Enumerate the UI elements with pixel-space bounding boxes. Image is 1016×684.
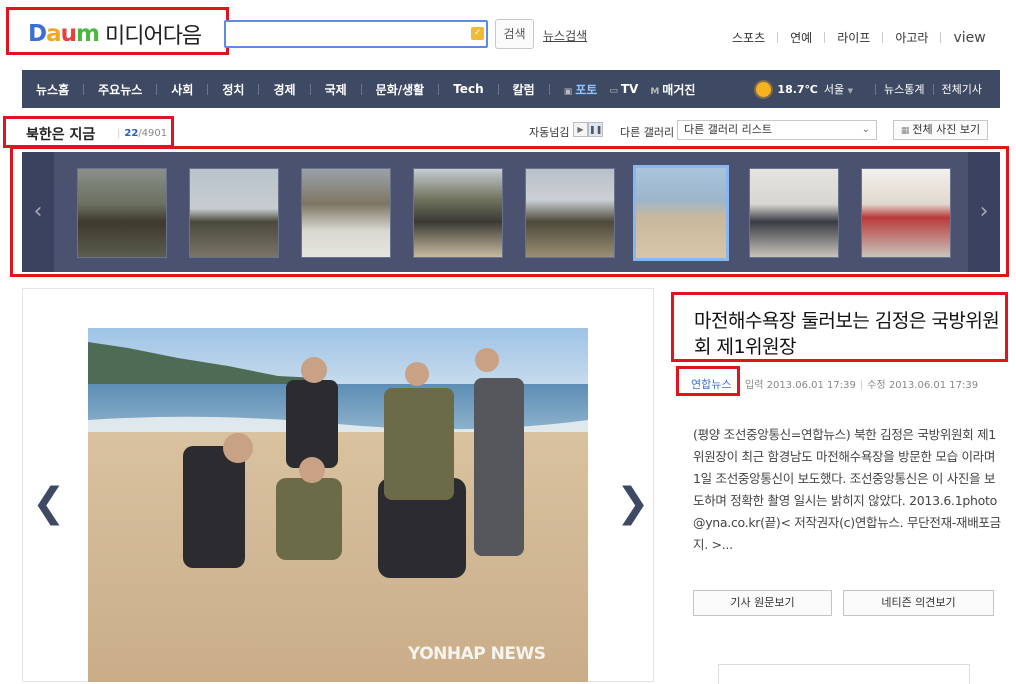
pause-icon: ❚❚ — [589, 125, 603, 134]
daum-wordmark: Daum — [28, 21, 100, 47]
gnb-item-column[interactable]: 칼럼 — [499, 81, 549, 98]
thumbnail-strip — [22, 152, 1000, 272]
search-field[interactable]: ✓ — [224, 20, 488, 48]
input-label: 입력 — [745, 380, 764, 391]
magazine-icon: M — [650, 86, 660, 97]
photo-prev-button[interactable]: ❮ — [32, 480, 66, 526]
other-gallery-select[interactable]: 다른 갤러리 리스트 ⌄ — [677, 120, 877, 140]
pause-button[interactable]: ❚❚ — [588, 122, 603, 137]
gnb-item-tv[interactable]: ▭ TV — [603, 82, 644, 96]
daum-logo[interactable]: Daum 미디어다음 — [28, 18, 202, 50]
gallery-title: 북한은 지금 — [26, 127, 96, 143]
gnb-item-culture[interactable]: 문화/생활 — [362, 81, 439, 98]
thumbnail[interactable] — [413, 168, 503, 258]
gnb-right: 18.7℃ 서울 ▼ 뉴스통계 전체기사 — [756, 70, 982, 108]
divider — [932, 83, 934, 95]
gnb-item-politics[interactable]: 정치 — [208, 81, 258, 98]
view-original-article-button[interactable]: 기사 원문보기 — [693, 590, 832, 616]
view-comments-button[interactable]: 네티즌 의견보기 — [843, 590, 994, 616]
article-source[interactable]: 연합뉴스 — [691, 376, 731, 392]
top-nav-sports[interactable]: 스포츠 — [720, 29, 777, 46]
main-navigation-bar: 뉴스홈 주요뉴스 사회 정치 경제 국제 문화/생활 Tech 칼럼 ▣ 포토 ▭… — [22, 70, 1000, 108]
grid-icon: ▦ — [900, 126, 910, 136]
all-articles-link[interactable]: 전체기사 — [942, 81, 982, 97]
gnb-item-news-home[interactable]: 뉴스홈 — [22, 81, 83, 98]
top-nav-agora[interactable]: 아고라 — [883, 29, 940, 46]
article-meta: 입력 2013.06.01 17:39 | 수정 2013.06.01 17:39 — [745, 376, 978, 391]
divider: | — [859, 380, 864, 391]
logo-media-text: 미디어다음 — [104, 24, 202, 49]
thumbnail[interactable] — [77, 168, 167, 258]
gnb-magazine-label: 매거진 — [662, 82, 696, 97]
tv-icon: ▭ — [609, 86, 618, 96]
thumbnail[interactable] — [525, 168, 615, 258]
chevron-down-icon: ▼ — [847, 87, 854, 95]
sun-icon — [756, 81, 772, 97]
view-all-photos-button[interactable]: ▦ 전체 사진 보기 — [893, 120, 988, 140]
edit-date: 2013.06.01 17:39 — [888, 380, 979, 391]
thumbnail[interactable] — [301, 168, 391, 258]
thumbnail-next-button[interactable]: › — [968, 152, 1000, 272]
play-icon: ▶ — [577, 125, 584, 134]
input-date: 2013.06.01 17:39 — [766, 380, 856, 391]
gallery-counter: | 22/4901 — [117, 128, 167, 139]
search-input[interactable] — [226, 22, 466, 46]
top-nav-entertainment[interactable]: 연예 — [778, 29, 824, 46]
edit-label: 수정 — [867, 380, 886, 391]
divider: | — [117, 128, 121, 139]
weather-city-select[interactable]: 서울 ▼ — [824, 81, 853, 97]
gnb-item-photo[interactable]: ▣ 포토 — [550, 81, 604, 98]
search-button[interactable]: 검색 — [495, 19, 534, 49]
chevron-left-icon: ❮ — [32, 480, 66, 526]
gallery-total: /4901 — [138, 128, 168, 139]
autoplay-label: 자동넘김 — [529, 126, 570, 139]
chevron-left-icon: ‹ — [33, 199, 43, 224]
play-button[interactable]: ▶ — [573, 122, 588, 137]
view-all-photos-label: 전체 사진 보기 — [912, 123, 981, 136]
other-gallery-label: 다른 갤러리 — [620, 126, 675, 139]
top-nav-life[interactable]: 라이프 — [825, 29, 882, 46]
thumbnail[interactable] — [749, 168, 839, 258]
divider — [875, 83, 877, 95]
photo-watermark: YONHAP NEWS — [408, 644, 546, 664]
gnb-menu: 뉴스홈 주요뉴스 사회 정치 경제 국제 문화/생활 Tech 칼럼 ▣ 포토 ▭… — [22, 70, 701, 108]
weather-city: 서울 — [823, 83, 845, 96]
thumbnail[interactable] — [189, 168, 279, 258]
news-stats-link[interactable]: 뉴스통계 — [884, 81, 924, 97]
article-title: 마전해수욕장 둘러보는 김정은 국방위원회 제1위원장 — [694, 310, 1000, 358]
article-body: (평양 조선중앙통신=연합뉴스) 북한 김정은 국방위원회 제1위원장이 최근 … — [693, 427, 1001, 552]
gnb-tv-label: TV — [620, 82, 639, 96]
photo-icon: ▣ — [563, 86, 573, 97]
gnb-item-magazine[interactable]: M 매거진 — [644, 81, 701, 98]
weather-temp: 18.7℃ — [777, 82, 818, 96]
gnb-item-society[interactable]: 사회 — [157, 81, 207, 98]
main-photo[interactable]: YONHAP NEWS — [88, 328, 588, 682]
related-box — [718, 664, 970, 684]
autocomplete-toggle-icon[interactable]: ✓ — [471, 27, 484, 40]
chevron-down-icon: ⌄ — [861, 124, 870, 135]
beach-photo — [88, 328, 588, 682]
thumbnail-selected[interactable] — [633, 165, 729, 261]
chevron-right-icon: ❯ — [616, 480, 650, 526]
gnb-item-main-news[interactable]: 주요뉴스 — [84, 81, 156, 98]
thumbnail-prev-button[interactable]: ‹ — [22, 152, 54, 272]
gnb-item-economy[interactable]: 경제 — [259, 81, 309, 98]
gnb-item-international[interactable]: 국제 — [311, 81, 361, 98]
thumbnail[interactable] — [861, 168, 951, 258]
gallery-current-index: 22 — [124, 128, 139, 139]
gnb-photo-label: 포토 — [575, 82, 598, 97]
chevron-right-icon: › — [979, 199, 989, 224]
top-nav: 스포츠 연예 라이프 아고라 view — [720, 29, 998, 46]
photo-next-button[interactable]: ❯ — [616, 480, 650, 526]
gnb-item-tech[interactable]: Tech — [439, 82, 497, 96]
other-gallery-value: 다른 갤러리 리스트 — [684, 123, 772, 136]
news-search-link[interactable]: 뉴스검색 — [543, 27, 587, 44]
top-nav-view[interactable]: view — [941, 30, 997, 46]
